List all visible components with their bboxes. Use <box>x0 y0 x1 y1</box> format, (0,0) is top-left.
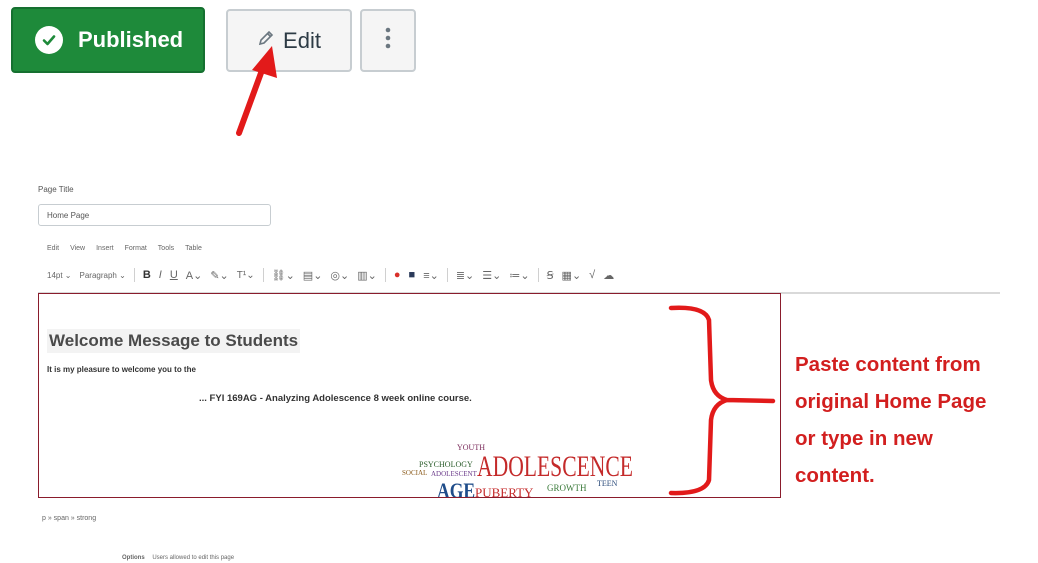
red-arrow-annotation <box>236 46 277 136</box>
page-title-label: Page Title <box>38 185 74 194</box>
more-options-button[interactable] <box>360 9 416 72</box>
options-value: Users allowed to edit this page <box>152 555 235 561</box>
check-circle-icon <box>35 26 63 54</box>
block-format-select[interactable]: Paragraph ⌄ <box>80 271 126 280</box>
wordcloud-word: AGE <box>437 478 476 498</box>
italic-icon[interactable]: I <box>159 269 162 281</box>
menu-view[interactable]: View <box>70 245 85 252</box>
indent-icon[interactable]: ≣⌄ <box>456 269 474 282</box>
media-icon[interactable]: ◎⌄ <box>330 269 349 282</box>
font-size-select[interactable]: 14pt ⌄ <box>47 271 72 280</box>
wordcloud-word: GROWTH <box>547 483 587 493</box>
menu-format[interactable]: Format <box>125 245 147 252</box>
apps-icon[interactable]: ● <box>394 269 401 281</box>
link-icon[interactable]: ⛓⌄ <box>272 269 295 282</box>
numbered-list-icon[interactable]: ≔⌄ <box>509 269 529 282</box>
wordcloud-word: PSYCHOLOGY <box>419 460 473 469</box>
wordcloud-word: TEEN <box>597 479 618 488</box>
editor-toolbar: 14pt ⌄ Paragraph ⌄ B I U A⌄ ✎⌄ T¹⌄ ⛓⌄ ▤⌄… <box>47 268 614 282</box>
annotation-line: original Home Page <box>795 390 987 413</box>
page-title-input[interactable]: Home Page <box>38 204 271 226</box>
course-text-line: ... FYI 169AG - Analyzing Adolescence 8 … <box>199 393 472 404</box>
annotation-line: content. <box>795 464 875 487</box>
wordcloud-word: ADOLESCENCE <box>477 450 634 483</box>
align-icon[interactable]: ≡⌄ <box>423 269 439 282</box>
menu-table[interactable]: Table <box>185 245 202 252</box>
embed-icon[interactable]: ☁ <box>603 269 614 282</box>
wordcloud-word: YOUTH <box>457 443 485 452</box>
bold-icon[interactable]: B <box>143 269 151 281</box>
square-icon[interactable]: ■ <box>409 269 416 281</box>
wordcloud-word: PUBERTY <box>475 485 534 497</box>
highlight-icon[interactable]: ✎⌄ <box>210 269 228 282</box>
math-icon[interactable]: √ <box>589 269 595 281</box>
editor-menubar: Edit View Insert Format Tools Table <box>47 245 202 252</box>
menu-tools[interactable]: Tools <box>158 245 174 252</box>
published-label: Published <box>78 27 184 52</box>
document-icon[interactable]: ▥⌄ <box>357 269 377 282</box>
element-path: p » span » strong <box>42 515 97 522</box>
text-color-icon[interactable]: A⌄ <box>186 269 203 282</box>
underline-icon[interactable]: U <box>170 269 178 281</box>
menu-edit[interactable]: Edit <box>47 245 59 252</box>
welcome-text-line: It is my pleasure to welcome you to the <box>47 365 196 374</box>
vertical-ellipsis-icon <box>385 27 391 54</box>
wordcloud-word: SOCIAL <box>402 469 428 477</box>
wordcloud-word: ADOLESCENT <box>431 470 477 478</box>
bullet-list-icon[interactable]: ☰⌄ <box>482 269 501 282</box>
welcome-heading: Welcome Message to Students <box>47 329 301 353</box>
wordcloud-image: ADOLESCENCE AGE PUBERTY PSYCHOLOGY ADOLE… <box>397 440 642 498</box>
table-icon[interactable]: ▦⌄ <box>562 269 582 282</box>
published-button[interactable]: Published <box>11 7 205 73</box>
red-bracket-annotation <box>668 305 776 496</box>
edit-label: Edit <box>283 27 321 53</box>
annotation-line: or type in new <box>795 427 933 450</box>
annotation-text: Paste content from original Home Page or… <box>795 346 1035 494</box>
clear-format-icon[interactable]: Ꞩ <box>547 269 554 282</box>
superscript-icon[interactable]: T¹⌄ <box>237 270 255 281</box>
options-label: Options <box>122 555 145 561</box>
options-row: Options Users allowed to edit this page <box>122 555 234 561</box>
annotation-line: Paste content from <box>795 353 981 376</box>
image-icon[interactable]: ▤⌄ <box>303 269 323 282</box>
menu-insert[interactable]: Insert <box>96 245 114 252</box>
